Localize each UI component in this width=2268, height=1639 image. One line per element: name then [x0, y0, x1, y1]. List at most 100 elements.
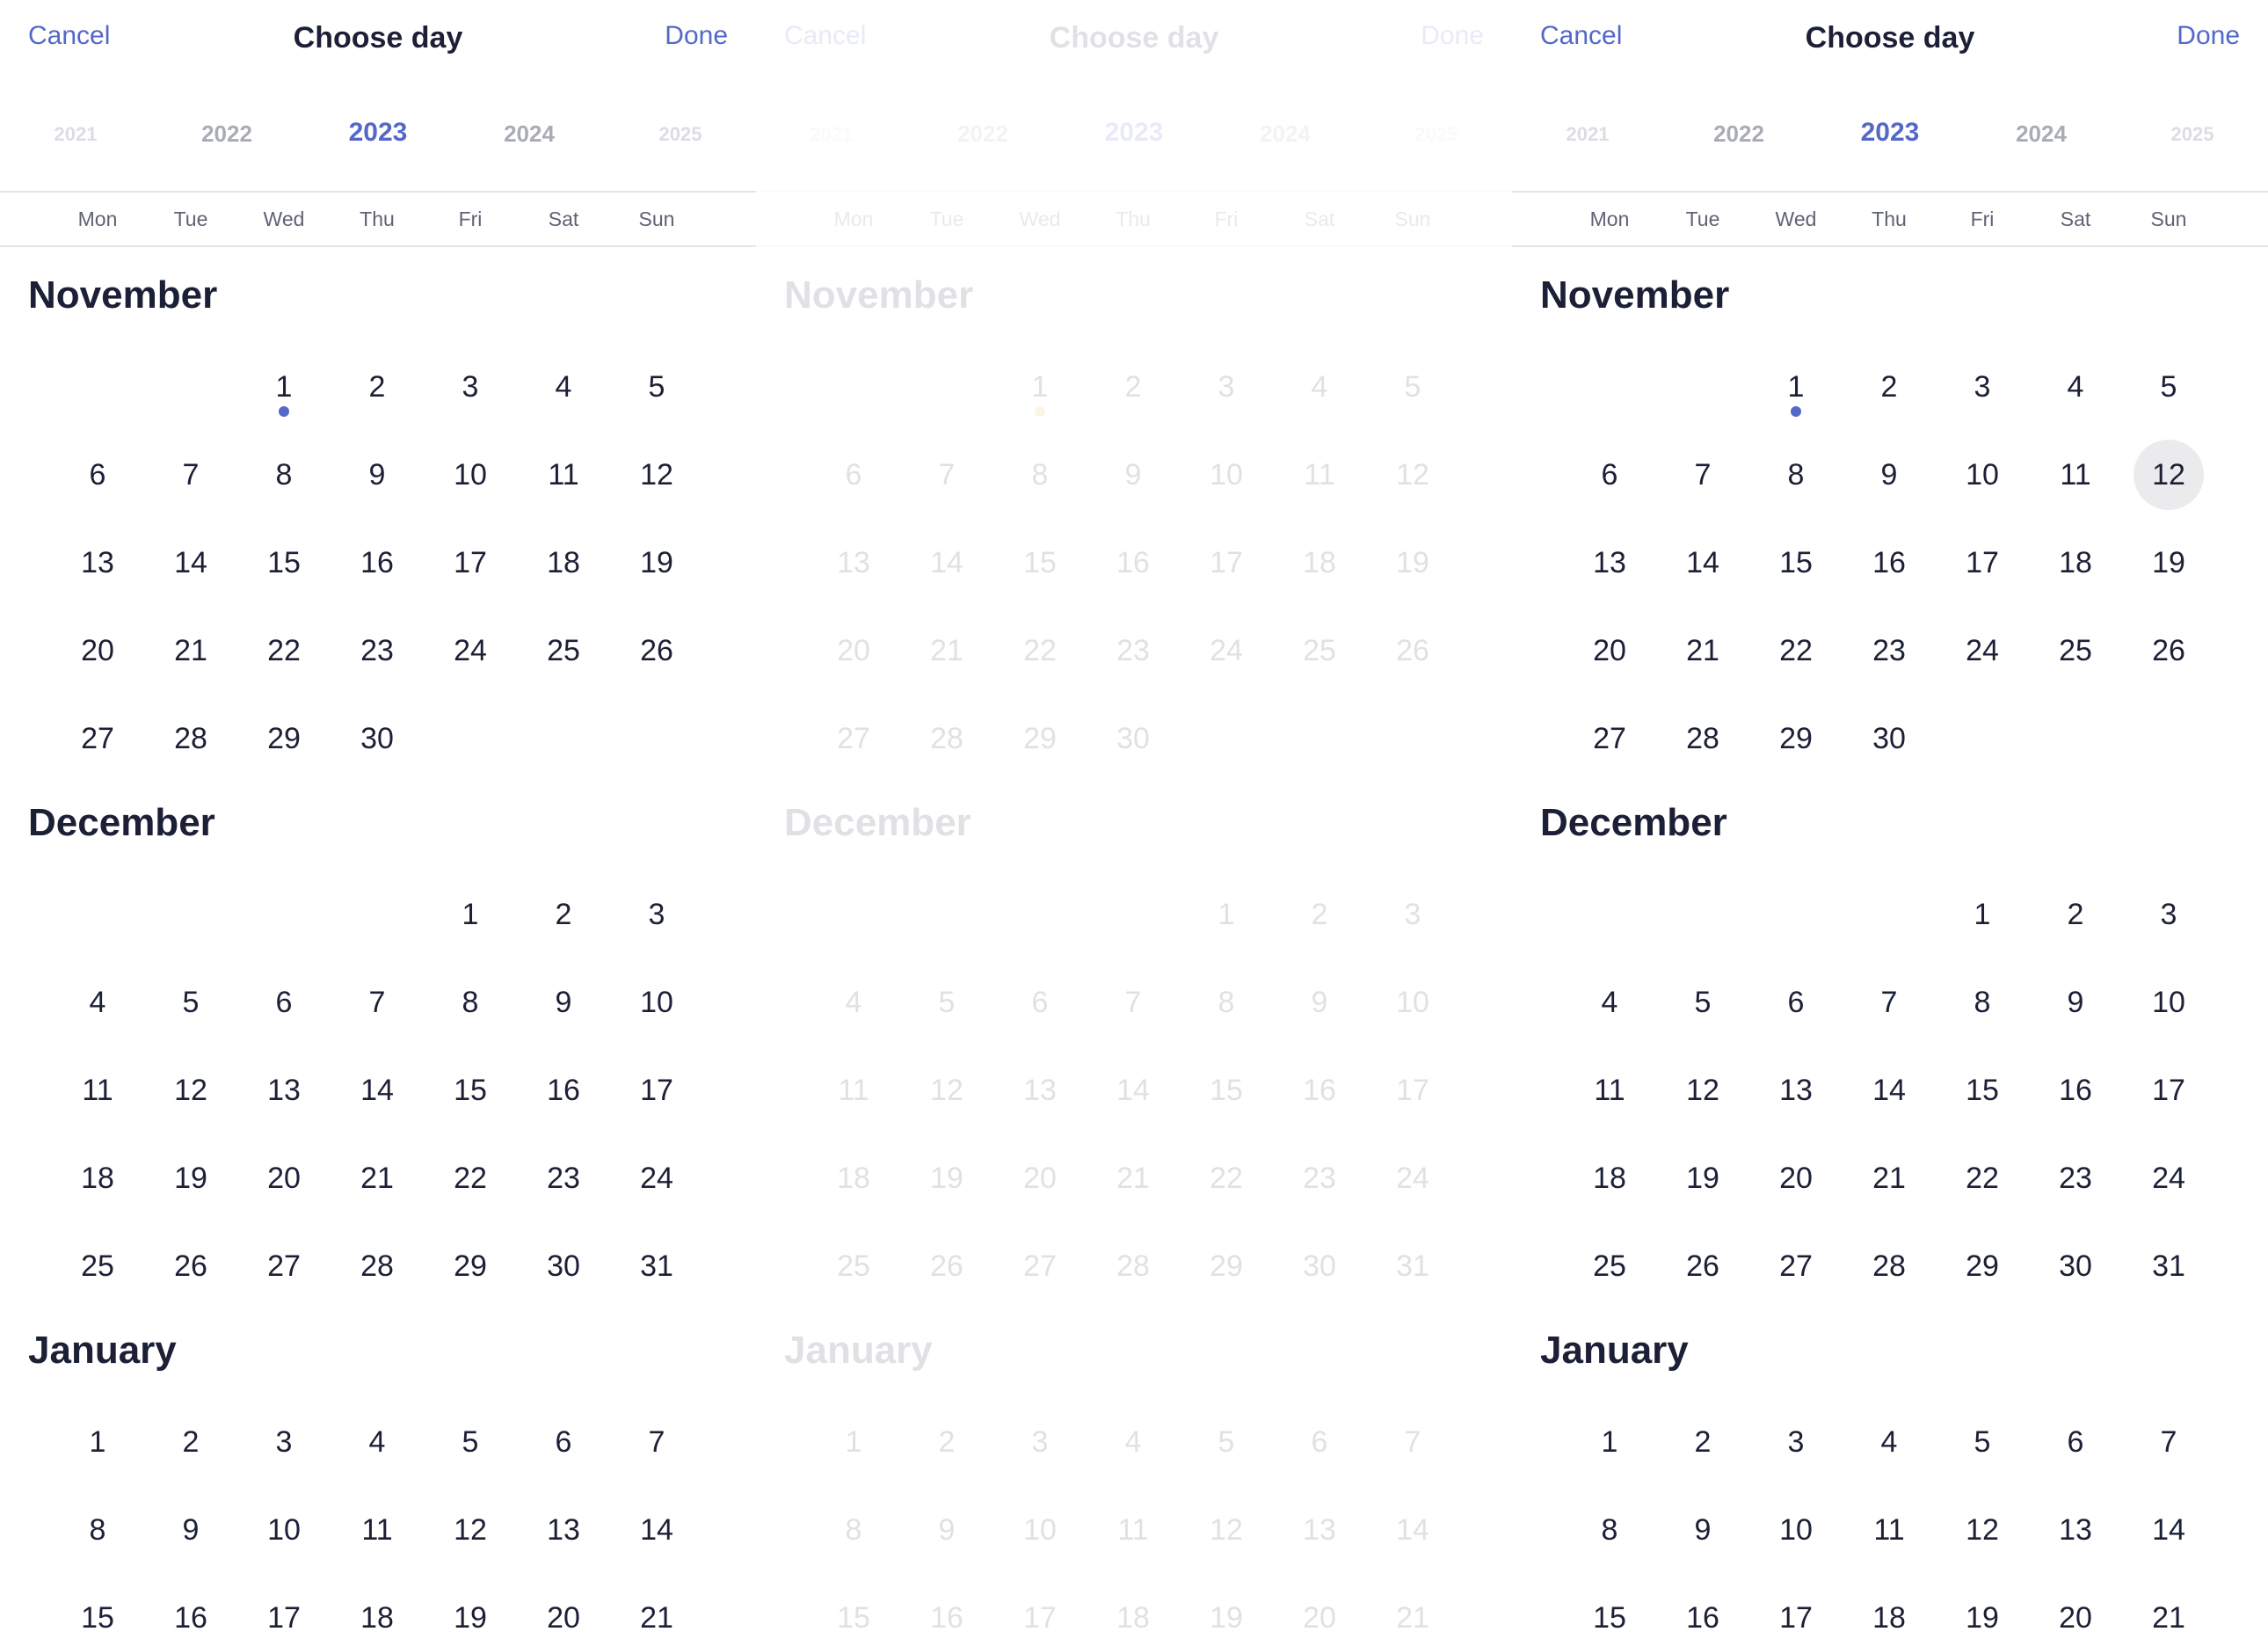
day-cell[interactable]: 23: [1284, 1143, 1355, 1213]
day-cell[interactable]: 27: [1005, 1231, 1075, 1301]
day-cell[interactable]: 4: [1098, 1407, 1168, 1477]
day-cell[interactable]: 11: [1574, 1055, 1645, 1125]
day-cell[interactable]: 4: [1284, 352, 1355, 422]
day-cell[interactable]: 20: [2040, 1583, 2111, 1639]
day-cell[interactable]: 24: [622, 1143, 692, 1213]
day-cell[interactable]: 18: [1098, 1583, 1168, 1639]
day-cell[interactable]: 13: [818, 528, 889, 598]
day-cell[interactable]: 21: [2134, 1583, 2204, 1639]
day-cell[interactable]: 13: [2040, 1495, 2111, 1565]
day-cell[interactable]: 30: [528, 1231, 599, 1301]
done-button[interactable]: Done: [1421, 21, 1484, 51]
day-cell[interactable]: 12: [1668, 1055, 1738, 1125]
day-cell[interactable]: 3: [1947, 352, 2017, 422]
day-cell[interactable]: 9: [1668, 1495, 1738, 1565]
day-cell[interactable]: 9: [156, 1495, 226, 1565]
day-cell[interactable]: 12: [1378, 440, 1448, 510]
day-cell[interactable]: 2: [528, 879, 599, 950]
day-cell[interactable]: 21: [1378, 1583, 1448, 1639]
day-cell[interactable]: 11: [342, 1495, 412, 1565]
year-option-2025[interactable]: 2025: [2131, 123, 2254, 146]
day-cell[interactable]: 20: [1005, 1143, 1075, 1213]
day-cell[interactable]: 20: [528, 1583, 599, 1639]
day-cell[interactable]: 26: [2134, 616, 2204, 686]
day-cell[interactable]: 4: [342, 1407, 412, 1477]
day-cell[interactable]: 7: [1668, 440, 1738, 510]
day-cell[interactable]: 15: [435, 1055, 505, 1125]
day-cell[interactable]: 28: [1668, 703, 1738, 774]
day-cell[interactable]: 26: [1668, 1231, 1738, 1301]
year-option-2022[interactable]: 2022: [1677, 120, 1800, 148]
day-cell[interactable]: 7: [2134, 1407, 2204, 1477]
day-cell[interactable]: 16: [342, 528, 412, 598]
day-cell[interactable]: 2: [1284, 879, 1355, 950]
day-cell[interactable]: 13: [1761, 1055, 1831, 1125]
day-cell[interactable]: 6: [818, 440, 889, 510]
year-option-2022[interactable]: 2022: [165, 120, 288, 148]
day-cell[interactable]: 16: [1668, 1583, 1738, 1639]
day-cell[interactable]: 29: [1191, 1231, 1261, 1301]
day-cell[interactable]: 23: [1854, 616, 1924, 686]
day-cell[interactable]: 18: [528, 528, 599, 598]
day-cell[interactable]: 6: [1761, 967, 1831, 1038]
day-cell[interactable]: 9: [2040, 967, 2111, 1038]
day-cell[interactable]: 10: [2134, 967, 2204, 1038]
day-cell[interactable]: 12: [1191, 1495, 1261, 1565]
day-cell[interactable]: 31: [1378, 1231, 1448, 1301]
day-cell[interactable]: 1: [62, 1407, 133, 1477]
year-option-2024[interactable]: 2024: [1224, 120, 1347, 148]
day-cell[interactable]: 10: [1761, 1495, 1831, 1565]
day-cell[interactable]: 8: [249, 440, 319, 510]
day-cell[interactable]: 5: [912, 967, 982, 1038]
day-cell[interactable]: 15: [1761, 528, 1831, 598]
day-cell[interactable]: 14: [1854, 1055, 1924, 1125]
day-cell[interactable]: 8: [1191, 967, 1261, 1038]
day-cell[interactable]: 21: [1854, 1143, 1924, 1213]
day-cell[interactable]: 23: [2040, 1143, 2111, 1213]
day-cell[interactable]: 22: [1191, 1143, 1261, 1213]
day-cell[interactable]: 21: [622, 1583, 692, 1639]
day-cell[interactable]: 16: [528, 1055, 599, 1125]
day-cell[interactable]: 1: [1574, 1407, 1645, 1477]
day-cell[interactable]: 20: [1284, 1583, 1355, 1639]
year-option-2023[interactable]: 2023: [316, 118, 440, 148]
day-cell[interactable]: 25: [2040, 616, 2111, 686]
year-option-2022[interactable]: 2022: [921, 120, 1044, 148]
day-cell[interactable]: 16: [1098, 528, 1168, 598]
day-cell[interactable]: 26: [622, 616, 692, 686]
day-cell[interactable]: 1: [818, 1407, 889, 1477]
day-cell[interactable]: 10: [1005, 1495, 1075, 1565]
day-cell[interactable]: 22: [1947, 1143, 2017, 1213]
day-cell[interactable]: 15: [249, 528, 319, 598]
day-cell[interactable]: 24: [1947, 616, 2017, 686]
day-cell[interactable]: 3: [249, 1407, 319, 1477]
day-cell[interactable]: 11: [1854, 1495, 1924, 1565]
year-option-2021[interactable]: 2021: [770, 123, 893, 146]
day-cell[interactable]: 12: [1947, 1495, 2017, 1565]
day-cell[interactable]: 4: [2040, 352, 2111, 422]
done-button[interactable]: Done: [665, 21, 728, 51]
day-cell-selected[interactable]: 12: [2134, 440, 2204, 510]
day-cell[interactable]: 22: [1761, 616, 1831, 686]
day-cell[interactable]: 20: [1761, 1143, 1831, 1213]
day-cell[interactable]: 5: [1378, 352, 1448, 422]
day-cell[interactable]: 6: [528, 1407, 599, 1477]
day-cell[interactable]: 5: [1668, 967, 1738, 1038]
day-cell[interactable]: 11: [62, 1055, 133, 1125]
day-cell[interactable]: 14: [156, 528, 226, 598]
day-cell[interactable]: 7: [1098, 967, 1168, 1038]
day-cell[interactable]: 11: [2040, 440, 2111, 510]
day-cell[interactable]: 10: [249, 1495, 319, 1565]
year-option-2025[interactable]: 2025: [1375, 123, 1498, 146]
day-cell[interactable]: 23: [528, 1143, 599, 1213]
day-cell[interactable]: 15: [818, 1583, 889, 1639]
day-cell[interactable]: 14: [912, 528, 982, 598]
year-option-2023[interactable]: 2023: [1828, 118, 1952, 148]
day-cell[interactable]: 14: [342, 1055, 412, 1125]
day-cell[interactable]: 5: [622, 352, 692, 422]
day-cell[interactable]: 17: [435, 528, 505, 598]
day-cell[interactable]: 31: [622, 1231, 692, 1301]
day-cell[interactable]: 26: [156, 1231, 226, 1301]
day-cell[interactable]: 4: [1574, 967, 1645, 1038]
day-cell[interactable]: 17: [1191, 528, 1261, 598]
